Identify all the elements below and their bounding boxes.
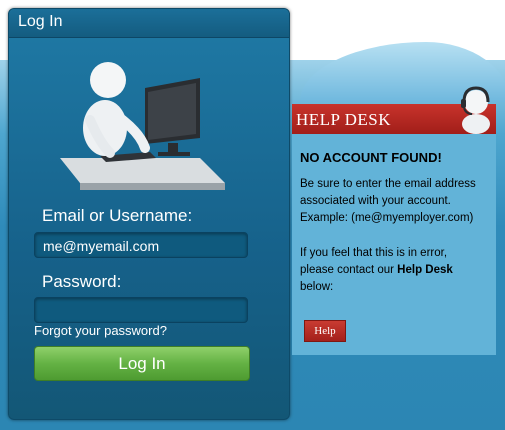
help-line-2: associated with your account.: [300, 195, 451, 207]
help-line-4: If you feel that this is in error,: [300, 247, 448, 259]
help-line-6: below:: [300, 281, 334, 293]
help-line-5: please contact our Help Desk: [300, 262, 490, 279]
forgot-password-link[interactable]: Forgot your password?: [34, 323, 167, 338]
login-button[interactable]: Log In: [34, 346, 250, 381]
help-line-5-text: please contact our: [300, 264, 398, 276]
headset-person-icon: [461, 86, 490, 134]
help-line-3: Example: (me@myemployer.com): [300, 212, 474, 224]
email-input[interactable]: me@myemail.com: [34, 232, 248, 258]
help-desk-title: HELP DESK: [296, 110, 392, 129]
help-heading: NO ACCOUNT FOUND!: [300, 150, 442, 165]
help-instructions: Be sure to enter the email address assoc…: [300, 176, 490, 227]
help-line-1: Be sure to enter the email address: [300, 178, 476, 190]
login-title: Log In: [18, 13, 63, 30]
password-input[interactable]: [34, 297, 248, 323]
password-label: Password:: [42, 272, 122, 291]
help-desk-emphasis: Help Desk: [397, 264, 453, 276]
help-contact-text: If you feel that this is in error, pleas…: [300, 245, 490, 296]
computer-user-illustration: [60, 62, 225, 190]
email-label: Email or Username:: [42, 206, 193, 225]
help-button[interactable]: Help: [304, 320, 346, 342]
